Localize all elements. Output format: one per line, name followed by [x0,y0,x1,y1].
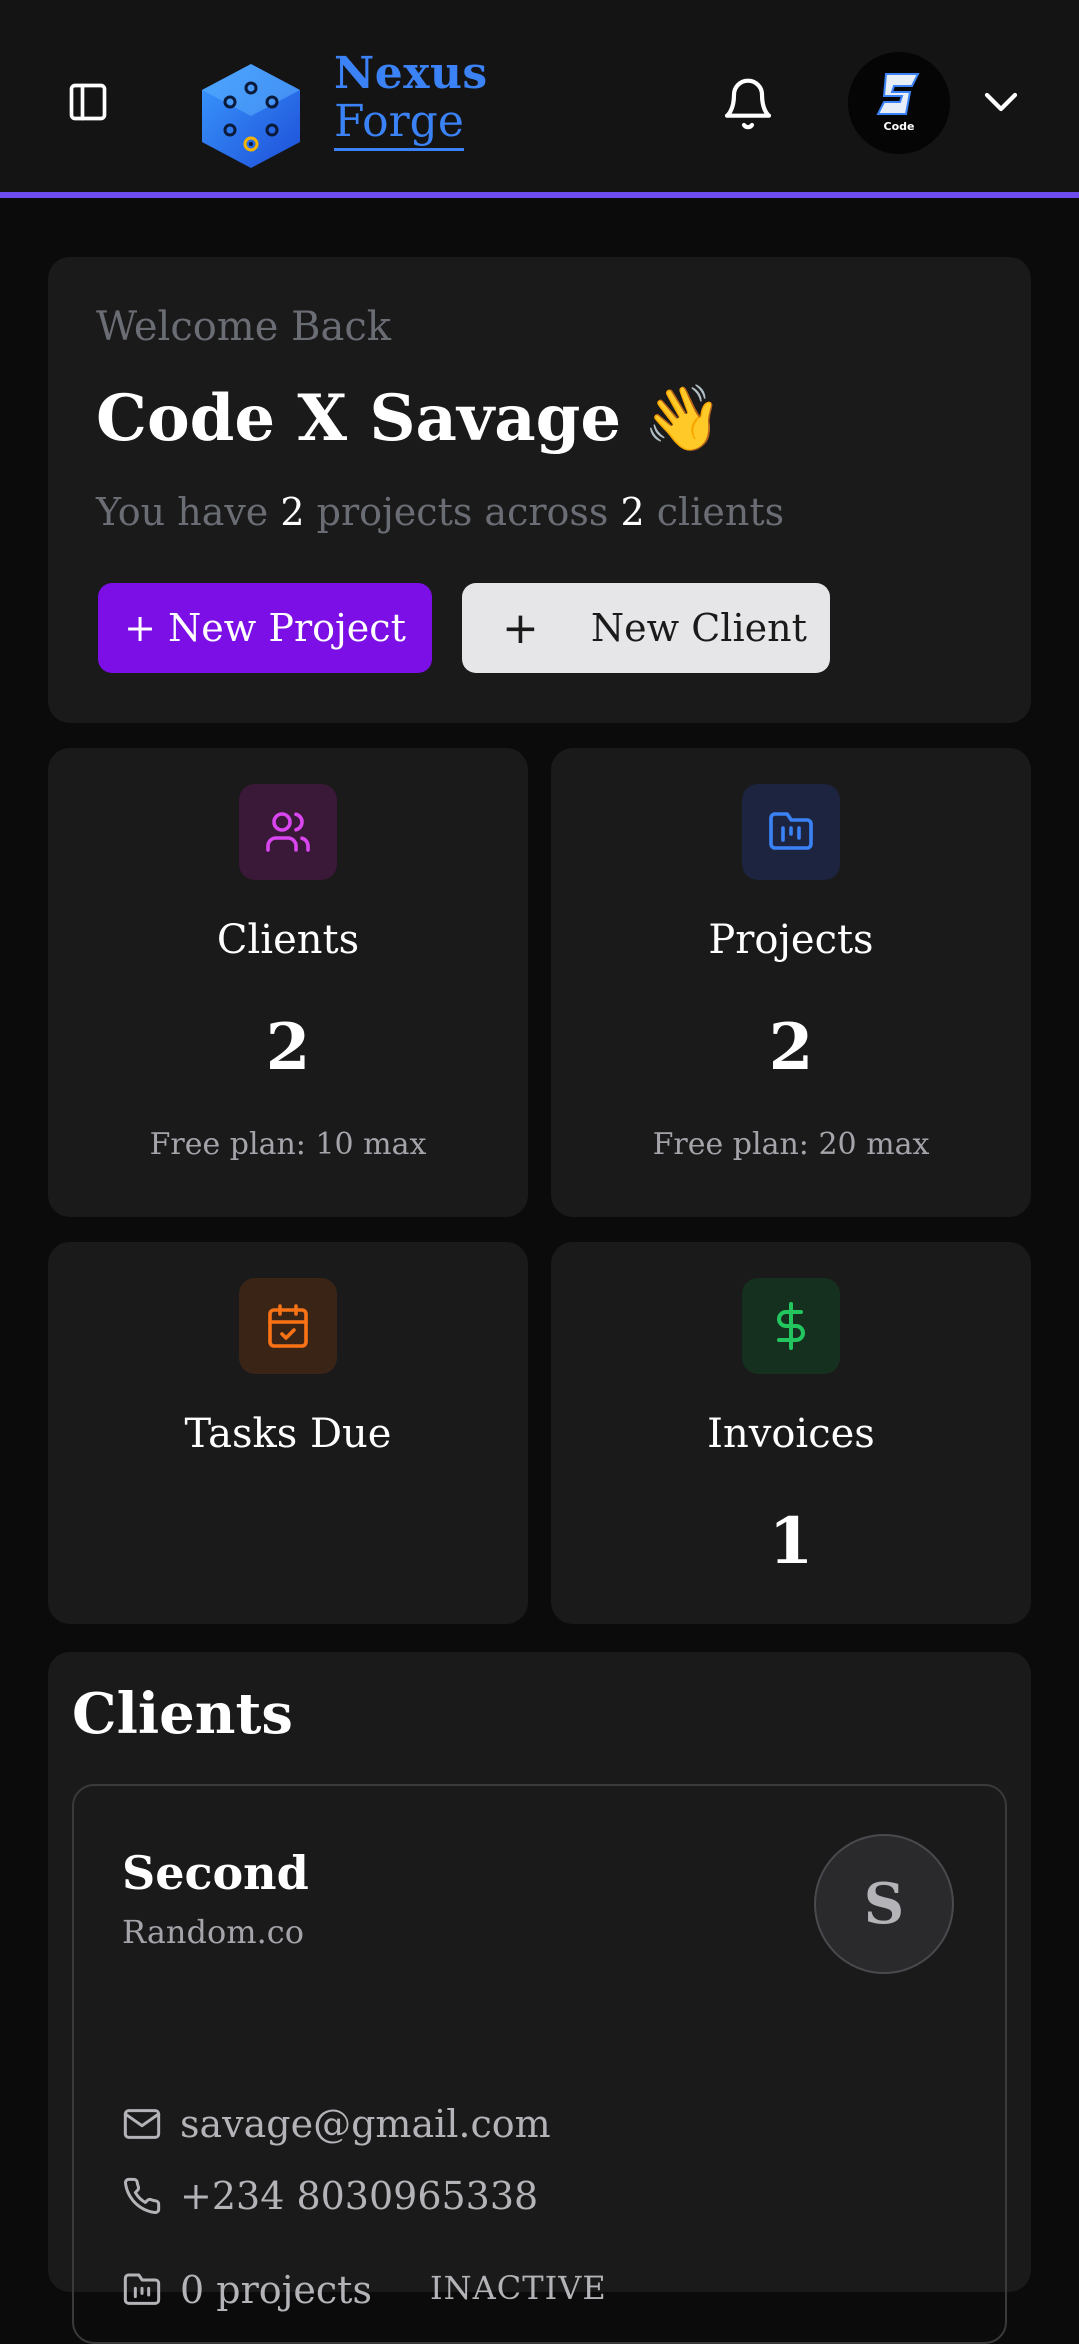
welcome-summary: You have 2 projects across 2 clients [96,493,983,531]
new-client-button[interactable]: + New Client [462,583,830,673]
summary-suffix: clients [644,490,785,534]
summary-client-count: 2 [620,490,645,534]
logo-icon[interactable] [194,60,308,172]
client-phone-row[interactable]: +234 8030965338 [122,2176,538,2216]
stat-label: Clients [216,917,360,963]
client-name: Second [122,1846,309,1900]
brand-line-2: Forge [334,100,464,151]
phone-icon [124,2177,161,2214]
new-project-button[interactable]: + New Project [98,583,432,673]
clients-section: Clients Second Random.co S savage@gmail.… [48,1652,1031,2344]
brand-name[interactable]: Nexus Forge [334,52,488,151]
stat-note: Free plan: 20 max [652,1127,930,1162]
stat-card-clients[interactable]: Clients 2 Free plan: 10 max [48,748,528,1217]
section-title: Clients [72,1681,293,1747]
client-avatar: S [814,1834,954,1974]
client-status-badge: INACTIVE [430,2269,607,2307]
users-icon [239,784,337,880]
calendar-check-icon [239,1278,337,1374]
folder-chart-icon [742,784,840,880]
folder-icon [123,2273,161,2305]
welcome-name: Code X Savage 👋 [96,381,724,456]
chevron-down-icon[interactable] [980,86,1022,118]
stat-card-tasks-due[interactable]: Tasks Due [48,1242,528,1624]
top-header: Nexus Forge Code [0,0,1079,198]
stat-label: Invoices [707,1411,875,1457]
client-projects-row: 0 projects [122,2270,372,2310]
plus-icon: + [502,602,539,654]
summary-prefix: You have [96,490,281,534]
stat-label: Tasks Due [184,1411,392,1457]
client-phone: +234 8030965338 [180,2174,539,2218]
client-company: Random.co [122,1913,304,1951]
stat-card-invoices[interactable]: Invoices 1 [551,1242,1031,1624]
mail-icon [123,2109,161,2139]
svg-text:Code: Code [884,120,915,133]
dollar-icon [742,1278,840,1374]
welcome-subtitle: Welcome Back [96,304,391,350]
welcome-card: Welcome Back Code X Savage 👋 You have 2 … [48,257,1031,723]
client-email: savage@gmail.com [180,2102,551,2146]
summary-middle: projects across [304,490,621,534]
stat-value: 2 [768,1010,814,1085]
client-email-row[interactable]: savage@gmail.com [122,2104,551,2144]
stat-value: 2 [265,1010,311,1085]
sidebar-toggle-icon[interactable] [66,80,110,124]
summary-project-count: 2 [280,490,305,534]
stat-card-projects[interactable]: Projects 2 Free plan: 20 max [551,748,1031,1217]
brand-line-1: Nexus [334,48,488,99]
stat-label: Projects [708,917,874,963]
client-card[interactable]: Second Random.co S savage@gmail.com +234… [72,1784,1007,2344]
new-client-label: New Client [590,606,807,650]
stat-value: 1 [768,1504,814,1579]
notification-bell-icon[interactable] [720,74,776,134]
user-avatar[interactable]: Code [848,52,950,154]
stat-note: Free plan: 10 max [149,1127,427,1162]
client-project-count: 0 projects [180,2268,372,2312]
